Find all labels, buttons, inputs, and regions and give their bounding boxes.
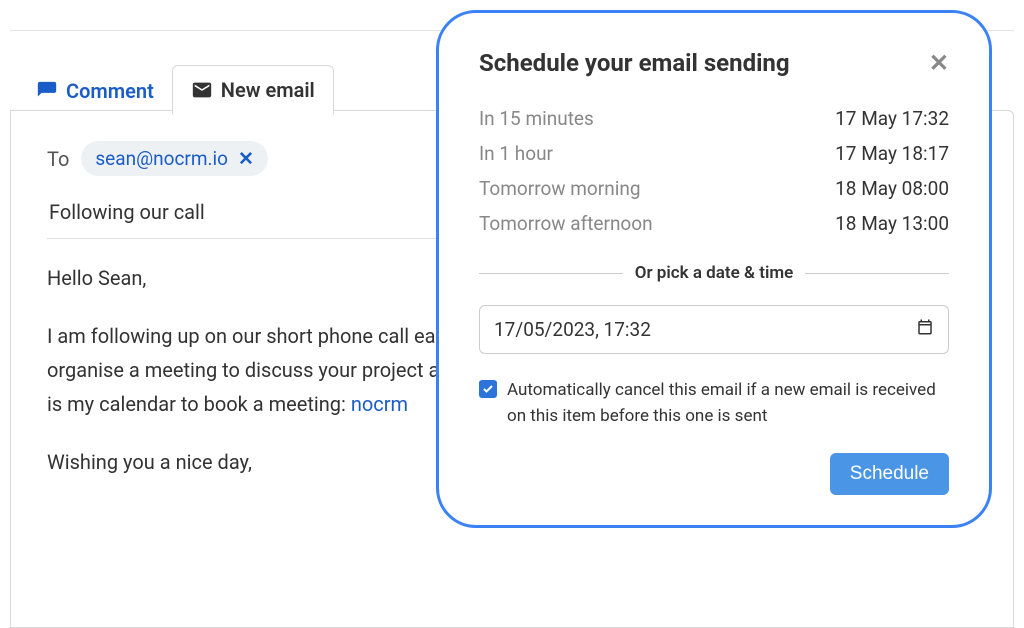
preset-time: 18 May 13:00 xyxy=(835,212,949,235)
preset-label: In 15 minutes xyxy=(479,107,594,130)
preset-time: 17 May 18:17 xyxy=(835,142,949,165)
modal-title: Schedule your email sending xyxy=(479,49,790,77)
tab-new-email-label: New email xyxy=(221,78,315,102)
schedule-button[interactable]: Schedule xyxy=(830,453,949,495)
tab-comment-label: Comment xyxy=(66,79,154,103)
recipient-chip[interactable]: sean@nocrm.io ✕ xyxy=(81,141,268,176)
preset-time: 17 May 17:32 xyxy=(835,107,949,130)
comment-icon xyxy=(36,80,58,102)
close-icon[interactable]: ✕ xyxy=(929,49,949,77)
datetime-value: 17/05/2023, 17:32 xyxy=(494,318,651,341)
preset-label: Tomorrow afternoon xyxy=(479,212,653,235)
recipient-email: sean@nocrm.io xyxy=(95,147,228,170)
preset-label: Tomorrow morning xyxy=(479,177,640,200)
auto-cancel-row: Automatically cancel this email if a new… xyxy=(479,378,949,429)
tab-comment[interactable]: Comment xyxy=(18,67,172,115)
preset-15min[interactable]: In 15 minutes 17 May 17:32 xyxy=(479,107,949,130)
calendar-link[interactable]: nocrm xyxy=(351,392,408,416)
preset-time: 18 May 08:00 xyxy=(835,177,949,200)
schedule-modal: Schedule your email sending ✕ In 15 minu… xyxy=(436,10,992,528)
to-label: To xyxy=(47,147,69,171)
auto-cancel-label: Automatically cancel this email if a new… xyxy=(507,378,949,429)
tabs-bar: Comment New email xyxy=(18,65,334,115)
remove-recipient-icon[interactable]: ✕ xyxy=(238,147,254,170)
envelope-icon xyxy=(191,79,213,101)
datetime-input[interactable]: 17/05/2023, 17:32 xyxy=(479,305,949,354)
divider: Or pick a date & time xyxy=(479,263,949,283)
auto-cancel-checkbox[interactable] xyxy=(479,380,497,398)
preset-tomorrow-afternoon[interactable]: Tomorrow afternoon 18 May 13:00 xyxy=(479,212,949,235)
preset-1hour[interactable]: In 1 hour 17 May 18:17 xyxy=(479,142,949,165)
preset-label: In 1 hour xyxy=(479,142,553,165)
modal-footer: Schedule xyxy=(479,453,949,495)
preset-list: In 15 minutes 17 May 17:32 In 1 hour 17 … xyxy=(479,107,949,235)
tab-new-email[interactable]: New email xyxy=(172,65,334,115)
divider-label: Or pick a date & time xyxy=(635,263,794,283)
calendar-icon xyxy=(916,318,934,341)
modal-header: Schedule your email sending ✕ xyxy=(479,49,949,77)
preset-tomorrow-morning[interactable]: Tomorrow morning 18 May 08:00 xyxy=(479,177,949,200)
